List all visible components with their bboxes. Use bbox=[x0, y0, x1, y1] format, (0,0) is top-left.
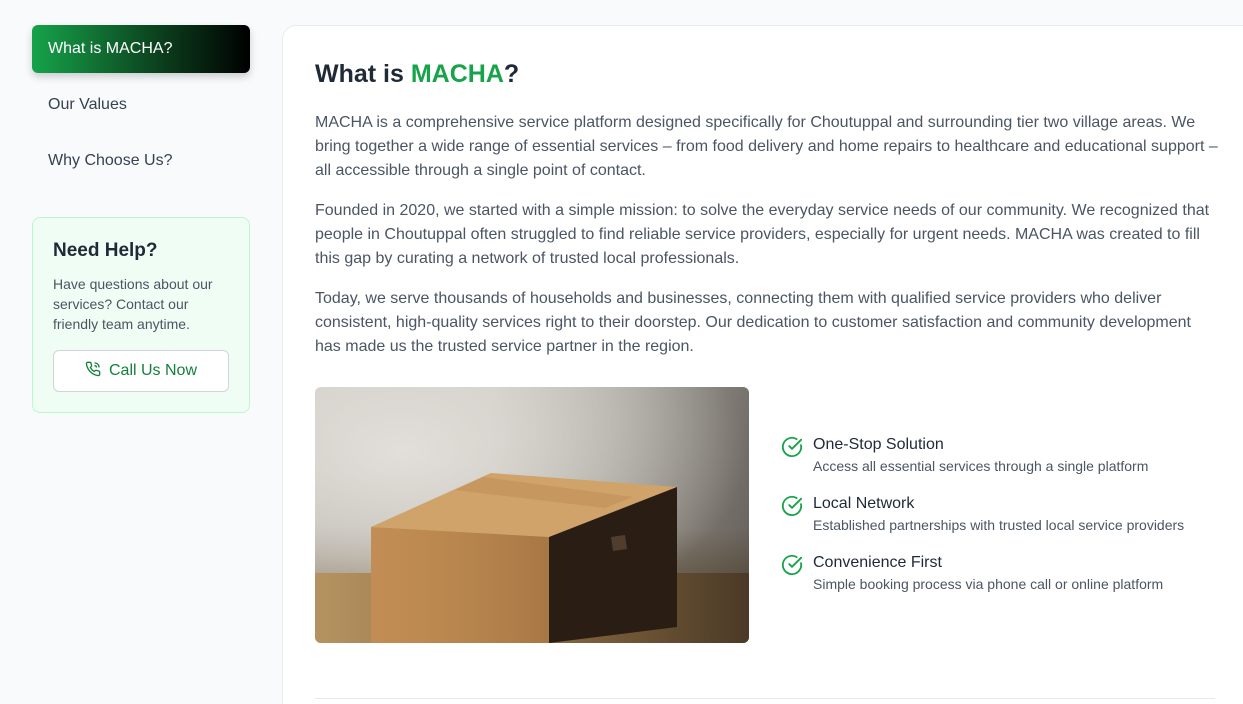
about-page: What is MACHA? Our Values Why Choose Us?… bbox=[0, 0, 1243, 704]
feature-title: One-Stop Solution bbox=[813, 436, 944, 453]
phone-icon bbox=[85, 361, 101, 382]
sidebar-item-what-is-macha[interactable]: What is MACHA? bbox=[32, 25, 250, 73]
help-title: Need Help? bbox=[53, 240, 158, 261]
list-item: Local Network Established partnerships w… bbox=[781, 494, 1184, 535]
main-content: What is MACHA? MACHA is a comprehensive … bbox=[282, 25, 1243, 704]
page-title: What is MACHA? bbox=[315, 60, 1243, 89]
feature-description: Established partnerships with trusted lo… bbox=[813, 517, 1185, 533]
feature-row: One-Stop Solution Access all essential s… bbox=[315, 387, 1243, 643]
help-card: Need Help? Have questions about our serv… bbox=[32, 217, 250, 413]
help-text: Have questions about our services? Conta… bbox=[53, 276, 213, 332]
call-us-label: Call Us Now bbox=[108, 362, 197, 379]
sidebar: What is MACHA? Our Values Why Choose Us?… bbox=[32, 25, 250, 413]
cardboard-box-image bbox=[315, 387, 749, 643]
sidebar-item-why-choose-us[interactable]: Why Choose Us? bbox=[32, 137, 250, 185]
list-item: One-Stop Solution Access all essential s… bbox=[781, 435, 1184, 476]
check-circle-icon bbox=[781, 495, 803, 517]
today-paragraph: Today, we serve thousands of households … bbox=[315, 290, 1191, 355]
title-prefix: What is bbox=[315, 60, 411, 88]
intro-paragraph: MACHA is a comprehensive service platfor… bbox=[315, 114, 1218, 179]
history-paragraph: Founded in 2020, we started with a simpl… bbox=[315, 202, 1210, 267]
title-suffix: ? bbox=[503, 60, 520, 88]
check-circle-icon bbox=[781, 436, 803, 458]
check-circle-icon bbox=[781, 554, 803, 576]
title-accent: MACHA bbox=[410, 60, 504, 88]
list-item: Convenience First Simple booking process… bbox=[781, 553, 1184, 594]
section-divider bbox=[315, 698, 1215, 699]
feature-description: Simple booking process via phone call or… bbox=[813, 576, 1164, 592]
feature-list: One-Stop Solution Access all essential s… bbox=[781, 435, 1184, 643]
feature-title: Convenience First bbox=[813, 554, 942, 571]
sidebar-item-our-values[interactable]: Our Values bbox=[32, 81, 250, 129]
feature-title: Local Network bbox=[813, 495, 915, 512]
call-us-button[interactable]: Call Us Now bbox=[53, 350, 229, 392]
feature-description: Access all essential services through a … bbox=[813, 458, 1149, 474]
